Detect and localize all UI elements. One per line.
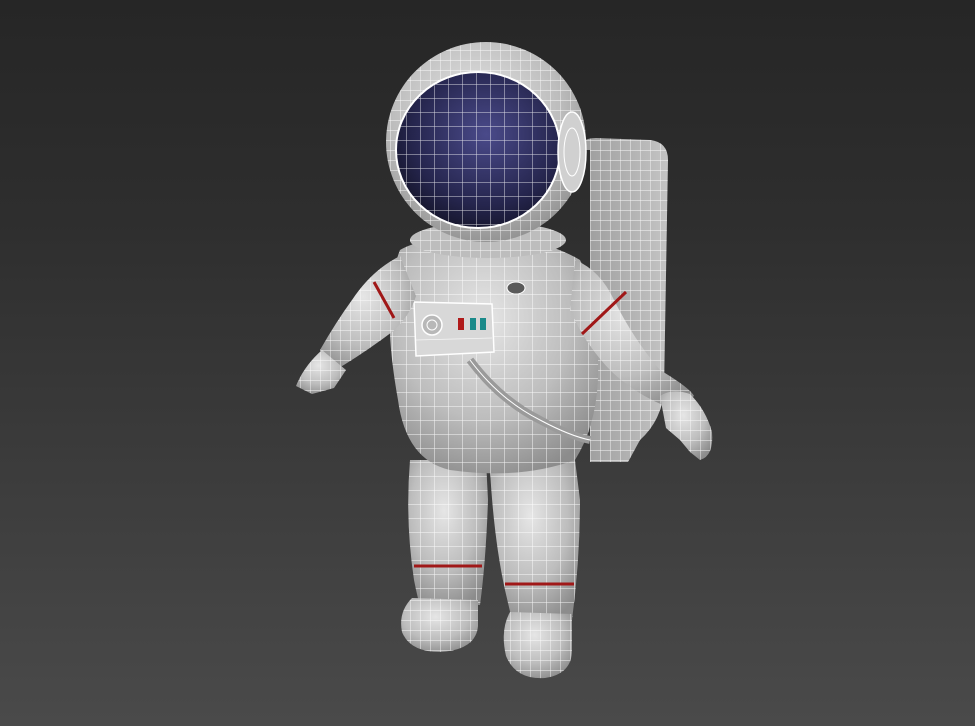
helmet	[386, 42, 587, 242]
right-leg	[490, 460, 580, 679]
chest-panel	[413, 301, 495, 357]
astronaut-model	[296, 42, 713, 679]
left-leg	[401, 460, 488, 652]
chest-badge	[506, 281, 526, 295]
3d-viewport[interactable]	[0, 0, 975, 726]
